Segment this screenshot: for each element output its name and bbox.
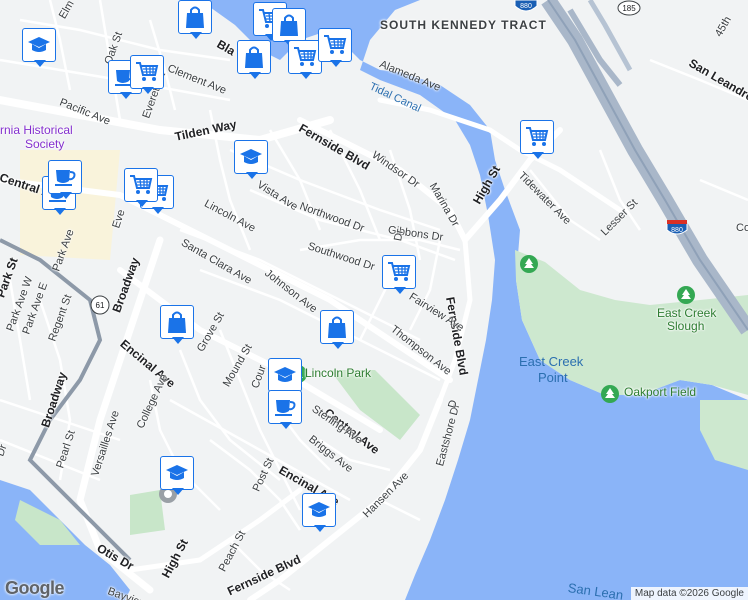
marker-pointer xyxy=(314,525,326,532)
marker-pointer xyxy=(249,72,261,79)
map-view[interactable]: 880 880 185 61 SOUTH KENNEDY TRACT rnia … xyxy=(0,0,748,600)
school-icon xyxy=(302,493,336,527)
shopping-bag-icon xyxy=(160,305,194,339)
route-61-shield: 61 xyxy=(90,295,110,315)
school-marker[interactable] xyxy=(22,28,58,72)
coffee-marker[interactable] xyxy=(268,390,304,434)
shopping-cart-marker[interactable] xyxy=(520,120,556,164)
shopping-bag-marker[interactable] xyxy=(178,0,214,44)
shopping-bag-icon xyxy=(272,8,306,42)
shopping-cart-marker[interactable] xyxy=(124,168,160,212)
route-185-shield: 185 xyxy=(617,0,641,16)
shopping-cart-icon xyxy=(130,55,164,89)
svg-text:880: 880 xyxy=(520,3,532,10)
marker-pointer xyxy=(280,422,292,429)
shopping-bag-icon xyxy=(237,40,271,74)
school-icon xyxy=(160,456,194,490)
oakport-field-label: Oakport Field xyxy=(624,385,697,399)
marker-pointer xyxy=(54,208,66,215)
interstate-880-shield-right: 880 xyxy=(666,220,688,235)
park-tree-icon xyxy=(520,255,538,273)
svg-text:185: 185 xyxy=(622,4,636,13)
google-logo: Google xyxy=(5,578,65,598)
map-attribution[interactable]: Map data ©2026 Google xyxy=(630,587,748,600)
interstate-880-shield-top: 880 xyxy=(514,0,538,12)
east-creek-slough-label-2: Slough xyxy=(667,319,705,333)
school-icon xyxy=(268,358,302,392)
svg-text:880: 880 xyxy=(671,227,683,234)
marker-pointer xyxy=(532,152,544,159)
lincoln-park-label: Lincoln Park xyxy=(305,366,372,380)
shopping-cart-icon xyxy=(288,40,322,74)
shopping-cart-icon xyxy=(382,255,416,289)
east-creek-point-label-2: Point xyxy=(538,370,568,385)
shopping-cart-marker[interactable] xyxy=(130,55,166,99)
marker-pointer xyxy=(246,172,258,179)
historical-society-label-1: rnia Historical xyxy=(0,123,73,137)
school-icon xyxy=(22,28,56,62)
marker-pointer xyxy=(172,337,184,344)
marker-pointer xyxy=(136,200,148,207)
shopping-bag-marker[interactable] xyxy=(237,40,273,84)
school-marker[interactable] xyxy=(302,493,338,537)
shopping-cart-icon xyxy=(520,120,554,154)
east-creek-slough-label-1: East Creek xyxy=(657,306,717,320)
shopping-bag-marker[interactable] xyxy=(320,310,356,354)
marker-pointer xyxy=(142,87,154,94)
street-dr-small: Dr xyxy=(392,228,406,243)
marker-pointer xyxy=(332,342,344,349)
school-icon xyxy=(234,140,268,174)
district-label: SOUTH KENNEDY TRACT xyxy=(380,18,547,32)
school-marker[interactable] xyxy=(160,456,196,500)
svg-text:61: 61 xyxy=(96,301,105,310)
shopping-bag-icon xyxy=(178,0,212,34)
historical-society-label-2: Society xyxy=(25,137,65,151)
school-marker[interactable] xyxy=(234,140,270,184)
east-creek-point-label-1: East Creek xyxy=(519,354,584,369)
coffee-icon xyxy=(48,160,82,194)
marker-pointer xyxy=(60,192,72,199)
marker-pointer xyxy=(330,60,342,67)
shopping-bag-icon xyxy=(320,310,354,344)
shopping-cart-icon xyxy=(318,28,352,62)
street-co: Co xyxy=(736,222,748,234)
shopping-cart-marker[interactable] xyxy=(318,28,354,72)
shopping-cart-icon xyxy=(124,168,158,202)
marker-pointer xyxy=(300,72,312,79)
park-tree-icon xyxy=(601,385,619,403)
marker-pointer xyxy=(34,60,46,67)
park-tree-icon xyxy=(677,286,695,304)
marker-pointer xyxy=(172,488,184,495)
marker-pointer xyxy=(190,32,202,39)
marker-pointer xyxy=(394,287,406,294)
coffee-marker[interactable] xyxy=(48,160,84,204)
shopping-cart-marker[interactable] xyxy=(382,255,418,299)
coffee-icon xyxy=(268,390,302,424)
shopping-bag-marker[interactable] xyxy=(160,305,196,349)
